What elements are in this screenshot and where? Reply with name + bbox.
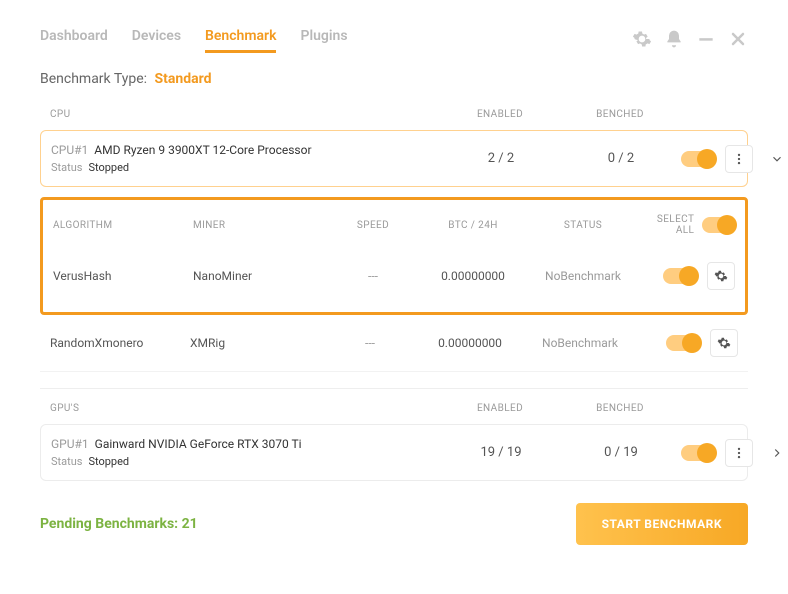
gpu-name: Gainward NVIDIA GeForce RTX 3070 Ti <box>95 437 302 451</box>
close-icon[interactable] <box>728 29 748 53</box>
gpu-enabled: 19 / 19 <box>441 445 561 460</box>
gpu-status-label: Status <box>51 455 82 468</box>
alg-miner: NanoMiner <box>193 269 328 283</box>
cpu-card: CPU#1 AMD Ryzen 9 3900XT 12-Core Processo… <box>40 130 748 187</box>
cpu-toggle[interactable] <box>681 151 715 167</box>
alg-status: NoBenchmark <box>525 336 635 350</box>
gpu-header-enabled: ENABLED <box>440 403 560 414</box>
alg-settings-button[interactable] <box>710 329 738 357</box>
alg-row: RandomXmonero XMRig --- 0.00000000 NoBen… <box>40 315 748 372</box>
bell-icon[interactable] <box>664 29 684 53</box>
start-benchmark-button[interactable]: START BENCHMARK <box>576 503 748 545</box>
tab-plugins[interactable]: Plugins <box>300 28 347 53</box>
algorithm-highlight: ALGORITHM MINER SPEED BTC / 24H STATUS S… <box>40 197 748 315</box>
gpu-expand-button[interactable] <box>763 439 788 467</box>
alg-btc: 0.00000000 <box>415 336 525 350</box>
cpu-status: Stopped <box>88 161 129 174</box>
benchmark-type-label: Benchmark Type: <box>40 71 147 87</box>
alg-miner: XMRig <box>190 336 325 350</box>
alg-speed: --- <box>328 269 418 283</box>
cpu-menu-button[interactable] <box>725 145 753 173</box>
tab-benchmark[interactable]: Benchmark <box>205 28 276 53</box>
alg-row: VerusHash NanoMiner --- 0.00000000 NoBen… <box>53 248 735 304</box>
alg-speed: --- <box>325 336 415 350</box>
cpu-header-benched: BENCHED <box>560 109 680 120</box>
tab-devices[interactable]: Devices <box>132 28 181 53</box>
col-select-all: SELECT ALL <box>638 214 694 236</box>
gpu-header-title: GPU'S <box>50 403 440 414</box>
alg-status: NoBenchmark <box>528 269 638 283</box>
select-all-toggle[interactable] <box>702 217 735 233</box>
minimize-icon[interactable] <box>696 29 716 53</box>
gpu-id: GPU#1 <box>51 437 89 451</box>
col-miner: MINER <box>193 220 328 231</box>
col-status: STATUS <box>528 220 638 231</box>
pending-benchmarks: Pending Benchmarks: 21 <box>40 516 198 532</box>
gpu-menu-button[interactable] <box>725 439 753 467</box>
alg-name: VerusHash <box>53 269 193 283</box>
benchmark-type-value[interactable]: Standard <box>155 71 212 87</box>
gpu-card: GPU#1 Gainward NVIDIA GeForce RTX 3070 Ti… <box>40 424 748 481</box>
tab-dashboard[interactable]: Dashboard <box>40 28 108 53</box>
cpu-expand-button[interactable] <box>763 145 788 173</box>
gpu-toggle[interactable] <box>681 445 715 461</box>
col-algorithm: ALGORITHM <box>53 220 193 231</box>
gear-icon[interactable] <box>632 29 652 53</box>
cpu-enabled: 2 / 2 <box>441 151 561 166</box>
alg-toggle[interactable] <box>663 268 697 284</box>
cpu-header-enabled: ENABLED <box>440 109 560 120</box>
cpu-benched: 0 / 2 <box>561 151 681 166</box>
cpu-header-title: CPU <box>50 109 440 120</box>
alg-name: RandomXmonero <box>50 336 190 350</box>
alg-toggle[interactable] <box>666 335 700 351</box>
col-speed: SPEED <box>328 220 418 231</box>
gpu-benched: 0 / 19 <box>561 445 681 460</box>
nav-tabs: Dashboard Devices Benchmark Plugins <box>40 28 348 53</box>
gpu-header-benched: BENCHED <box>560 403 680 414</box>
col-btc: BTC / 24H <box>418 220 528 231</box>
cpu-id: CPU#1 <box>51 143 88 157</box>
gpu-status: Stopped <box>88 455 129 468</box>
alg-btc: 0.00000000 <box>418 269 528 283</box>
cpu-name: AMD Ryzen 9 3900XT 12-Core Processor <box>94 143 311 157</box>
alg-settings-button[interactable] <box>707 262 735 290</box>
cpu-status-label: Status <box>51 161 82 174</box>
